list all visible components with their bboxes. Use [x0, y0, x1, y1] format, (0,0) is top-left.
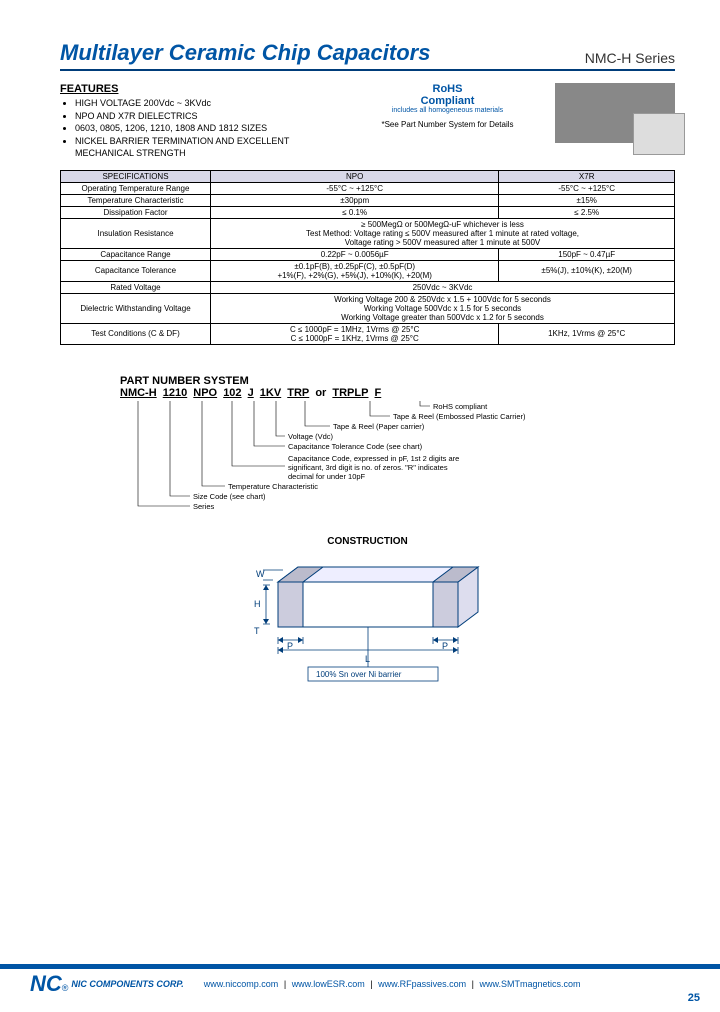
rohs-compliant: Compliant	[368, 95, 528, 107]
page-number: 25	[688, 992, 700, 1004]
footer-link[interactable]: www.niccomp.com	[204, 979, 279, 989]
logo-reg: ®	[62, 983, 69, 993]
pns-part: 1210	[163, 387, 187, 399]
footer-corp: NIC COMPONENTS CORP.	[71, 979, 183, 989]
footer: NC ® NIC COMPONENTS CORP. www.niccomp.co…	[0, 964, 720, 997]
pns-part: F	[375, 387, 382, 399]
spec-cell: 250Vdc ~ 3KVdc	[211, 281, 675, 293]
spec-row-label: Temperature Characteristic	[61, 194, 211, 206]
pns-or: or	[315, 387, 326, 399]
pns-label: Size Code (see chart)	[193, 492, 266, 501]
spec-header: X7R	[499, 170, 675, 182]
features-heading: FEATURES	[60, 83, 340, 95]
logo-icon: NC	[30, 971, 62, 997]
spec-cell: Working Voltage 200 & 250Vdc x 1.5 + 100…	[211, 293, 675, 323]
pns-part: NPO	[193, 387, 217, 399]
spec-cell: -55°C ~ +125°C	[499, 182, 675, 194]
construction-note: 100% Sn over Ni barrier	[316, 670, 402, 679]
spec-row-label: Capacitance Tolerance	[61, 260, 211, 281]
spec-cell: -55°C ~ +125°C	[211, 182, 499, 194]
pns-part: NMC-H	[120, 387, 157, 399]
feature-item: HIGH VOLTAGE 200Vdc ~ 3KVdc	[75, 97, 340, 110]
pns-label: Tape & Reel (Embossed Plastic Carrier)	[393, 412, 526, 421]
dim-p2: P	[442, 641, 448, 651]
pns-label: Capacitance Tolerance Code (see chart)	[288, 442, 423, 451]
dim-t: T	[254, 626, 260, 636]
product-image	[555, 83, 675, 143]
pns-part: TRPLP	[332, 387, 368, 399]
pns-heading: PART NUMBER SYSTEM	[120, 375, 675, 387]
spec-cell: ±30ppm	[211, 194, 499, 206]
pns-code: NMC-H 1210 NPO 102 J 1KV TRP or TRPLP F	[120, 387, 675, 399]
spec-cell: ≥ 500MegΩ or 500MegΩ-uF whichever is les…	[211, 218, 675, 248]
spec-cell: 0.22pF ~ 0.0056µF	[211, 248, 499, 260]
dim-l: L	[365, 654, 370, 664]
feature-item: NICKEL BARRIER TERMINATION AND EXCELLENT…	[75, 135, 340, 160]
spec-row-label: Dielectric Withstanding Voltage	[61, 293, 211, 323]
rohs-title: RoHS	[368, 83, 528, 95]
footer-link[interactable]: www.lowESR.com	[292, 979, 365, 989]
dim-w: W	[256, 569, 265, 579]
page-title: Multilayer Ceramic Chip Capacitors	[60, 40, 430, 66]
spec-cell: ±0.1pF(B), ±0.25pF(C), ±0.5pF(D) +1%(F),…	[211, 260, 499, 281]
dim-h: H	[254, 599, 261, 609]
spec-cell: ±5%(J), ±10%(K), ±20(M)	[499, 260, 675, 281]
pns-label: Tape & Reel (Paper carrier)	[333, 422, 425, 431]
spec-cell: ±15%	[499, 194, 675, 206]
spec-row-label: Insulation Resistance	[61, 218, 211, 248]
spec-header: NPO	[211, 170, 499, 182]
spec-header: SPECIFICATIONS	[61, 170, 211, 182]
pns-label: Capacitance Code, expressed in pF, 1st 2…	[288, 454, 459, 463]
pns-label: RoHS compliant	[433, 402, 488, 411]
construction-diagram: W H T P P L 100% Sn over Ni barrier	[208, 552, 528, 702]
pns-diagram: RoHS compliant Tape & Reel (Embossed Pla…	[120, 401, 620, 516]
spec-cell: ≤ 0.1%	[211, 206, 499, 218]
rohs-block: RoHS Compliant includes all homogeneous …	[368, 83, 528, 160]
rohs-note: *See Part Number System for Details	[368, 120, 528, 129]
feature-item: 0603, 0805, 1206, 1210, 1808 AND 1812 SI…	[75, 122, 340, 135]
spec-cell: 1KHz, 1Vrms @ 25°C	[499, 323, 675, 344]
features-list: HIGH VOLTAGE 200Vdc ~ 3KVdc NPO AND X7R …	[60, 97, 340, 160]
spec-row-label: Rated Voltage	[61, 281, 211, 293]
pns-part: 1KV	[260, 387, 281, 399]
spec-cell: 150pF ~ 0.47µF	[499, 248, 675, 260]
spec-row-label: Capacitance Range	[61, 248, 211, 260]
pns-label: Voltage (Vdc)	[288, 432, 334, 441]
pns-label: decimal for under 10pF	[288, 472, 366, 481]
footer-links: www.niccomp.com | www.lowESR.com | www.R…	[204, 979, 581, 989]
footer-link[interactable]: www.RFpassives.com	[378, 979, 466, 989]
spec-row-label: Dissipation Factor	[61, 206, 211, 218]
pns-label: significant, 3rd digit is no. of zeros. …	[288, 463, 448, 472]
spec-cell: ≤ 2.5%	[499, 206, 675, 218]
pns-part: 102	[223, 387, 241, 399]
dim-p1: P	[287, 641, 293, 651]
spec-row-label: Test Conditions (C & DF)	[61, 323, 211, 344]
feature-item: NPO AND X7R DIELECTRICS	[75, 110, 340, 123]
rohs-subtitle: includes all homogeneous materials	[368, 107, 528, 114]
spec-row-label: Operating Temperature Range	[61, 182, 211, 194]
footer-link[interactable]: www.SMTmagnetics.com	[479, 979, 580, 989]
spec-cell: C ≤ 1000pF = 1MHz, 1Vrms @ 25°C C ≤ 1000…	[211, 323, 499, 344]
spec-table: SPECIFICATIONS NPO X7R Operating Tempera…	[60, 170, 675, 345]
pns-part: TRP	[287, 387, 309, 399]
pns-label: Series	[193, 502, 215, 511]
pns-part: J	[248, 387, 254, 399]
construction-heading: CONSTRUCTION	[60, 536, 675, 547]
pns-label: Temperature Characteristic	[228, 482, 318, 491]
series-label: NMC-H Series	[585, 50, 675, 66]
